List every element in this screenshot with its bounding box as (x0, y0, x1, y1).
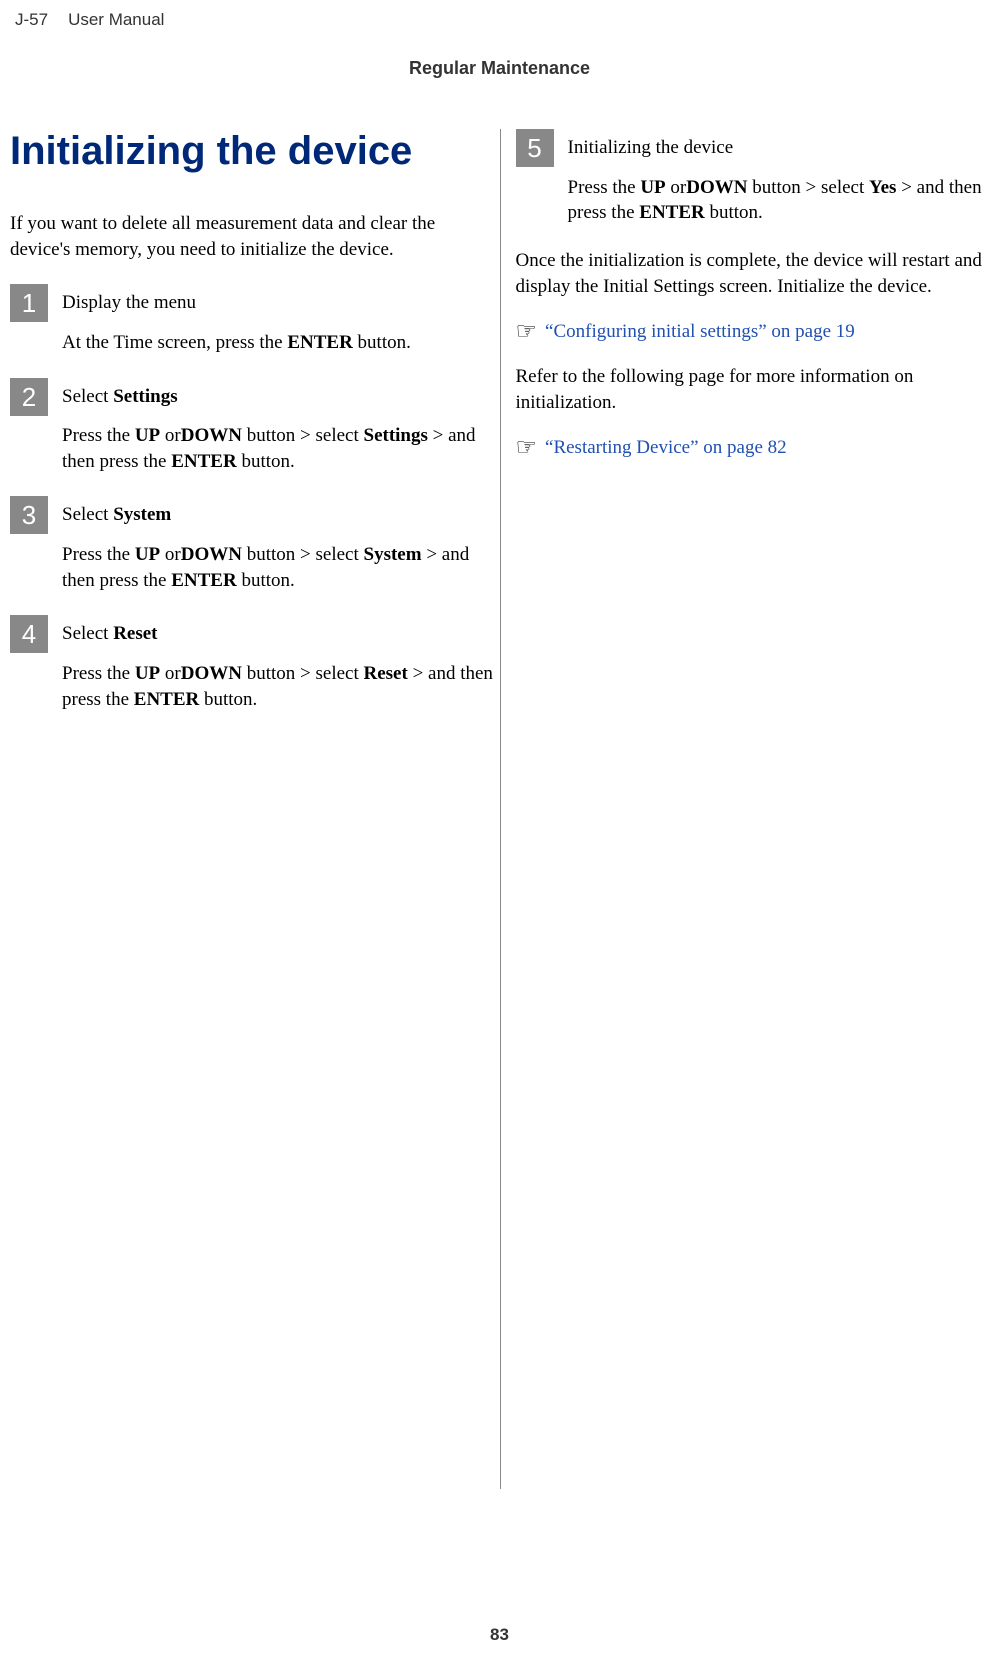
step-title: Display the menu (62, 290, 495, 316)
step-4: 4 Select Reset Press the UP orDOWN butto… (10, 615, 495, 712)
step-description: Press the UP orDOWN button > select Rese… (62, 661, 495, 712)
step-description: Press the UP orDOWN button > select Syst… (62, 542, 495, 593)
intro-paragraph: If you want to delete all measurement da… (10, 211, 495, 262)
step-title: Select Settings (62, 384, 495, 410)
pointing-hand-icon: ☞ (516, 433, 538, 462)
step-number-badge: 2 (10, 378, 48, 416)
step-5: 5 Initializing the device Press the UP o… (516, 129, 990, 226)
content-columns: Initializing the device If you want to d… (0, 129, 999, 1489)
page-number: 83 (0, 1625, 999, 1645)
step-body: Select Settings Press the UP orDOWN butt… (62, 378, 495, 475)
step-body: Select System Press the UP orDOWN button… (62, 496, 495, 593)
step-1: 1 Display the menu At the Time screen, p… (10, 284, 495, 355)
step-body: Initializing the device Press the UP orD… (568, 129, 990, 226)
left-column: Initializing the device If you want to d… (10, 129, 500, 1489)
step-title: Select Reset (62, 621, 495, 647)
step-number-badge: 1 (10, 284, 48, 322)
step-number-badge: 3 (10, 496, 48, 534)
step-number-badge: 5 (516, 129, 554, 167)
right-column: 5 Initializing the device Press the UP o… (500, 129, 990, 1489)
manual-title: User Manual (68, 10, 164, 30)
completion-paragraph: Once the initialization is complete, the… (516, 248, 990, 299)
step-number-badge: 4 (10, 615, 48, 653)
step-description: Press the UP orDOWN button > select Yes … (568, 175, 990, 226)
page-title: Initializing the device (10, 129, 495, 173)
model-number: J-57 (15, 10, 48, 30)
refer-paragraph: Refer to the following page for more inf… (516, 364, 990, 415)
pointing-hand-icon: ☞ (516, 317, 538, 346)
step-2: 2 Select Settings Press the UP orDOWN bu… (10, 378, 495, 475)
header-bar: J-57 User Manual (0, 0, 999, 30)
step-body: Select Reset Press the UP orDOWN button … (62, 615, 495, 712)
xref-link-text: “Restarting Device” on page 82 (545, 437, 787, 459)
xref-link-text: “Configuring initial settings” on page 1… (545, 321, 855, 343)
step-description: At the Time screen, press the ENTER butt… (62, 330, 495, 356)
step-body: Display the menu At the Time screen, pre… (62, 284, 495, 355)
cross-reference-1[interactable]: ☞ “Configuring initial settings” on page… (516, 317, 990, 346)
step-description: Press the UP orDOWN button > select Sett… (62, 423, 495, 474)
step-title: Initializing the device (568, 135, 990, 161)
step-title: Select System (62, 502, 495, 528)
cross-reference-2[interactable]: ☞ “Restarting Device” on page 82 (516, 433, 990, 462)
step-3: 3 Select System Press the UP orDOWN butt… (10, 496, 495, 593)
section-heading: Regular Maintenance (0, 58, 999, 79)
